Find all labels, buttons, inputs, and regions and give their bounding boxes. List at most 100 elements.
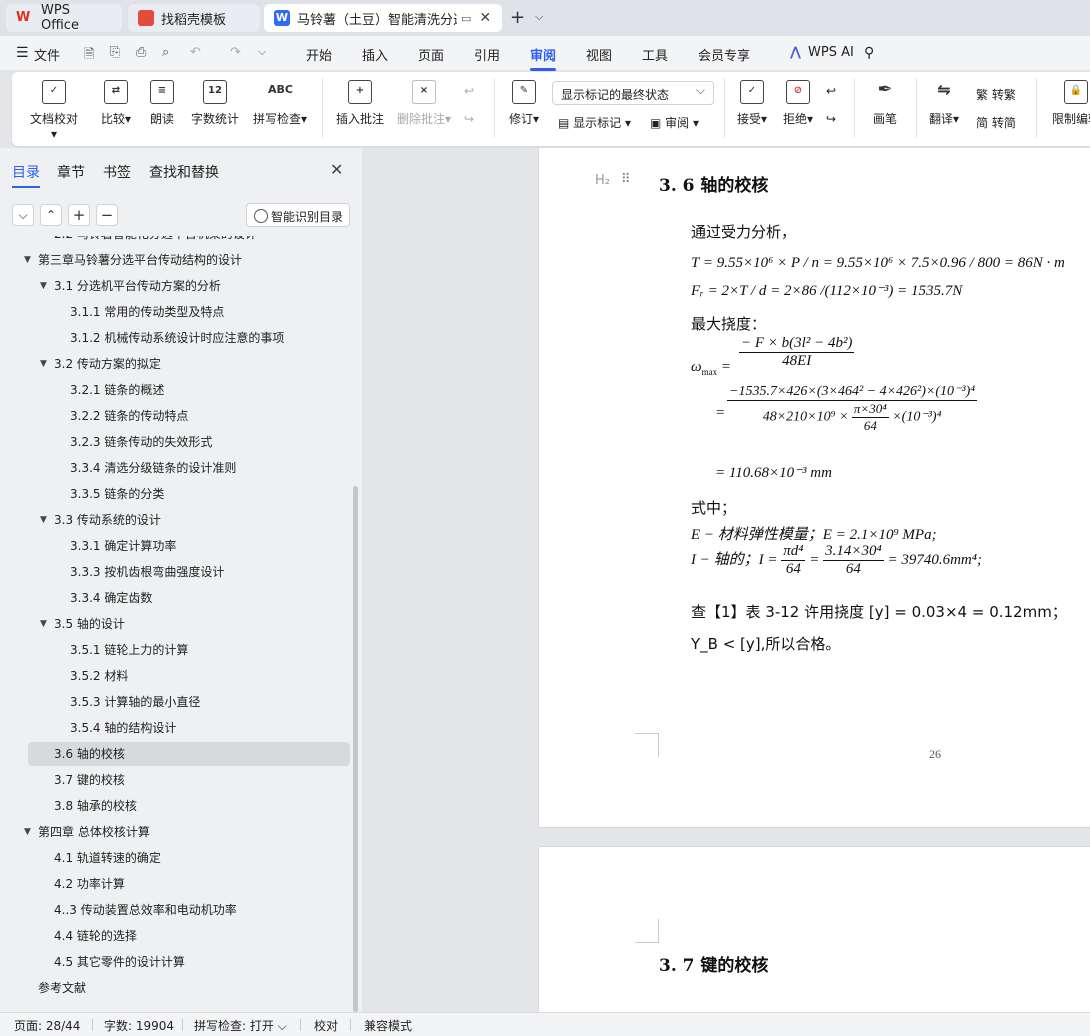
word-count-button[interactable]: 12 字数统计	[190, 80, 240, 127]
monitor-icon[interactable]: ▭	[461, 12, 471, 25]
menu-review[interactable]: 审阅	[530, 45, 557, 71]
pen-button[interactable]: ✒ 画笔	[870, 80, 900, 127]
toc-item[interactable]: 3.5.4 轴的结构设计	[70, 716, 176, 740]
search-icon[interactable]: ⚲	[864, 45, 874, 61]
toc-item[interactable]: 3.1.2 机械传动系统设计时应注意的事项	[70, 326, 284, 350]
toc-item[interactable]: 3.5.3 计算轴的最小直径	[70, 690, 200, 714]
menu-member[interactable]: 会员专享	[698, 45, 750, 64]
toc-item[interactable]: ▼ 3.2 传动方案的拟定	[40, 352, 161, 376]
menu-home[interactable]: 开始	[306, 45, 332, 64]
word-count-status[interactable]: 字数: 19904	[104, 1017, 174, 1034]
toc-item[interactable]: 4.1 轨道转速的确定	[54, 846, 161, 870]
toc-item[interactable]: 3.2.3 链条传动的失效形式	[70, 430, 212, 454]
translate-button[interactable]: ⇋ 翻译▾	[926, 80, 962, 127]
tab-wps-office[interactable]: W WPS Office	[6, 3, 122, 33]
toc-item[interactable]: 4..3 传动装置总效率和电动机功率	[54, 898, 237, 922]
doc-check-button[interactable]: ✓ 文档校对▾	[28, 80, 80, 141]
toc-item[interactable]: ▼ 3.1 分选机平台传动方案的分析	[40, 274, 221, 298]
expand-up-icon[interactable]: ⌃	[40, 204, 62, 226]
proof-status[interactable]: 校对	[314, 1017, 338, 1034]
accept-button[interactable]: ✓ 接受▾	[734, 80, 770, 127]
print-icon[interactable]: ⎙	[136, 45, 146, 60]
caret-down-icon[interactable]: ▼	[40, 274, 47, 298]
next-comment-icon[interactable]: ↪	[464, 112, 474, 126]
track-changes-button[interactable]: ✎ 修订▾	[506, 80, 542, 127]
preview-icon[interactable]: ⌕	[162, 45, 169, 60]
menu-page[interactable]: 页面	[418, 45, 444, 64]
redo-icon[interactable]: ↷	[230, 45, 241, 60]
caret-down-icon[interactable]: ▼	[24, 820, 31, 844]
caret-down-icon[interactable]: ▼	[40, 508, 47, 532]
toc-item[interactable]: 3.3.3 按机齿根弯曲强度设计	[70, 560, 224, 584]
add-icon[interactable]: +	[68, 204, 90, 226]
toc-item-selected[interactable]: 3.6 轴的校核	[28, 742, 350, 766]
reject-button[interactable]: ⊘ 拒绝▾	[780, 80, 816, 127]
tab-bookmark[interactable]: 书签	[103, 162, 131, 182]
collapse-icon[interactable]: ⌵	[12, 204, 34, 226]
new-tab-icon[interactable]: +	[510, 7, 525, 28]
show-markup-button[interactable]: ▤ 显示标记 ▾	[558, 114, 631, 131]
to-traditional-button[interactable]: 繁 转繁	[976, 86, 1016, 103]
caret-down-icon[interactable]: ▼	[40, 612, 47, 636]
toc-item[interactable]: 3.8 轴承的校核	[54, 794, 137, 818]
undo-icon[interactable]: ↶	[190, 45, 201, 60]
menu-view[interactable]: 视图	[586, 45, 612, 64]
smart-toc-button[interactable]: 智能识别目录	[246, 203, 350, 227]
toc-item[interactable]: 2.2 马铃薯智能化分选平台机架的设计	[54, 236, 257, 246]
tab-template[interactable]: 找稻壳模板	[128, 4, 260, 32]
chevron-down-icon[interactable]: ⌵	[535, 10, 543, 24]
close-icon[interactable]: ✕	[330, 160, 343, 179]
insert-comment-button[interactable]: + 插入批注	[334, 80, 386, 127]
menu-reference[interactable]: 引用	[474, 45, 500, 64]
tab-find-replace[interactable]: 查找和替换	[149, 162, 219, 182]
toc-item[interactable]: ▼ 第四章 总体校核计算	[24, 820, 150, 844]
review-pane-button[interactable]: ▣ 审阅 ▾	[650, 114, 699, 131]
toc-item[interactable]: 4.2 功率计算	[54, 872, 125, 896]
tab-toc[interactable]: 目录	[12, 162, 40, 188]
delete-comment-button[interactable]: × 删除批注▾	[394, 80, 454, 127]
menu-wps-ai[interactable]: WPS AI	[808, 45, 854, 60]
next-change-icon[interactable]: ↪	[826, 112, 836, 126]
toc-item[interactable]: 3.5.1 链轮上力的计算	[70, 638, 188, 662]
spell-check-status[interactable]: 拼写检查: 打开 ⌵	[194, 1017, 287, 1034]
toc-item[interactable]: ▼ 3.5 轴的设计	[40, 612, 125, 636]
to-simplified-button[interactable]: 简 转简	[976, 114, 1016, 131]
tab-chapter[interactable]: 章节	[57, 162, 85, 182]
toc-item[interactable]: 参考文献	[38, 976, 86, 1000]
page-indicator[interactable]: 页面: 28/44	[14, 1017, 80, 1034]
toc-item[interactable]: 4.4 链轮的选择	[54, 924, 137, 948]
menu-file[interactable]: 文件	[34, 45, 60, 64]
toc-item[interactable]: ▼ 第三章马铃薯分选平台传动结构的设计	[24, 248, 242, 272]
toc-item[interactable]: 3.1.1 常用的传动类型及特点	[70, 300, 224, 324]
prev-comment-icon[interactable]: ↩	[464, 84, 474, 98]
menu-insert[interactable]: 插入	[362, 45, 388, 64]
menu-tools[interactable]: 工具	[642, 45, 668, 64]
toc-item[interactable]: 3.3.1 确定计算功率	[70, 534, 176, 558]
tab-document[interactable]: W 马铃薯（土豆）智能清洗分选平台 ▭ ✕	[264, 4, 502, 32]
more-chevron-icon[interactable]: ⌵	[258, 45, 266, 59]
save-icon[interactable]: 🗎	[84, 45, 94, 67]
prev-change-icon[interactable]: ↩	[826, 84, 836, 98]
toc-item[interactable]: 3.2.1 链条的概述	[70, 378, 164, 402]
toc-item[interactable]: 3.5.2 材料	[70, 664, 128, 688]
markup-state-select[interactable]: 显示标记的最终状态	[552, 81, 714, 105]
toc-item[interactable]: 3.7 键的校核	[54, 768, 125, 792]
export-icon[interactable]: ⎘	[110, 45, 120, 60]
read-aloud-button[interactable]: ≡ 朗读	[148, 80, 176, 127]
remove-icon[interactable]: −	[96, 204, 118, 226]
compare-button[interactable]: ⇄ 比较▾	[96, 80, 136, 127]
toc-scrollbar[interactable]	[353, 486, 358, 1012]
toc-item[interactable]: 3.3.4 清选分级链条的设计准则	[70, 456, 236, 480]
spell-check-button[interactable]: ABC 拼写检查▾	[250, 80, 310, 127]
toc-item[interactable]: 3.2.2 链条的传动特点	[70, 404, 188, 428]
hamburger-icon[interactable]: ☰	[16, 45, 29, 61]
caret-down-icon[interactable]: ▼	[40, 352, 47, 376]
restrict-edit-button[interactable]: 🔒 限制编辑	[1046, 80, 1090, 127]
toc-item[interactable]: 4.5 其它零件的设计计算	[54, 950, 185, 974]
toc-item[interactable]: 3.3.4 确定齿数	[70, 586, 152, 610]
toc-item[interactable]: ▼ 3.3 传动系统的设计	[40, 508, 161, 532]
close-tab-icon[interactable]: ✕	[479, 10, 491, 26]
drag-handle-icon[interactable]: ⠿	[621, 171, 631, 187]
toc-item[interactable]: 3.3.5 链条的分类	[70, 482, 164, 506]
caret-down-icon[interactable]: ▼	[24, 248, 31, 272]
